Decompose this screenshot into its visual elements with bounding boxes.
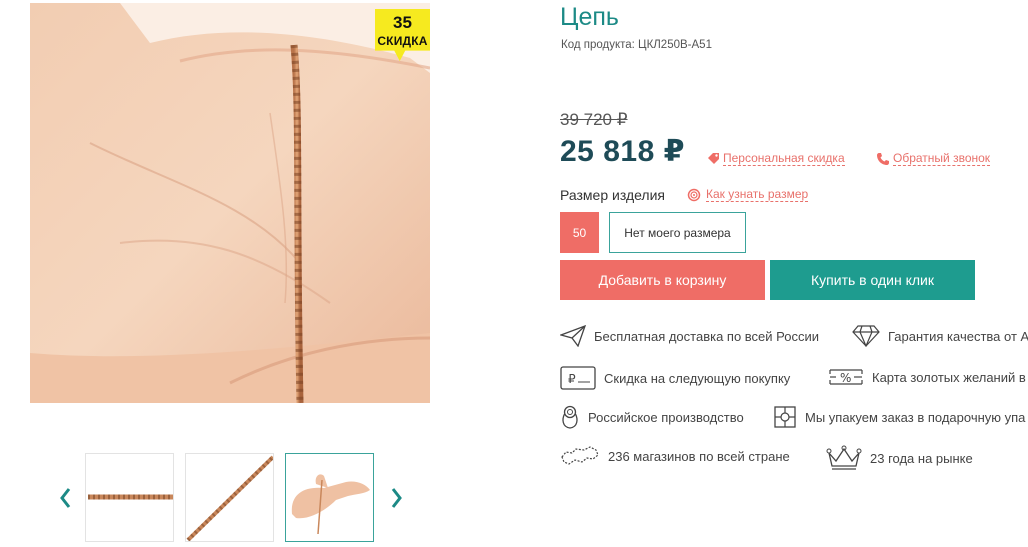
phone-icon — [877, 152, 889, 165]
thumbnail-chain-horizontal[interactable] — [85, 453, 174, 542]
callback-link[interactable]: Обратный звонок — [876, 151, 991, 166]
thumbnail-chain-diagonal[interactable] — [185, 453, 274, 542]
benefit-text: Мы упакуем заказ в подарочную упа — [805, 409, 1026, 425]
chain-diagonal-image — [186, 454, 273, 541]
benefit-years-on-market: 23 года на рынке — [826, 445, 973, 471]
thumbnail-hand-with-chain[interactable] — [285, 453, 374, 542]
old-price: 39 720 ₽ — [560, 110, 628, 129]
product-main-image[interactable]: 35 СКИДКА — [30, 3, 430, 403]
chevron-right-icon — [391, 488, 402, 508]
product-title: Цепь — [560, 3, 619, 31]
discount-badge: 35 СКИДКА — [375, 9, 430, 61]
chain-horizontal-image — [86, 454, 173, 541]
product-sku: Код продукта: ЦКЛ250В-А51 — [561, 39, 712, 51]
benefit-free-delivery: Бесплатная доставка по всей России — [560, 325, 819, 347]
size-help-label[interactable]: Как узнать размер — [706, 187, 809, 202]
discount-label: СКИДКА — [377, 34, 428, 48]
diamond-icon — [852, 325, 880, 347]
benefit-stores: 236 магазинов по всей стране — [560, 445, 790, 467]
hand-with-chain-photo — [30, 3, 430, 403]
add-to-cart-button[interactable]: Добавить в корзину — [560, 260, 765, 300]
callback-label[interactable]: Обратный звонок — [893, 151, 991, 166]
benefit-gift-wrapping: Мы упакуем заказ в подарочную упа — [773, 405, 1025, 429]
personal-discount-link[interactable]: Персональная скидка — [707, 151, 845, 166]
size-option-not-listed[interactable]: Нет моего размера — [609, 212, 746, 253]
benefit-text: Карта золотых желаний в — [872, 369, 1026, 385]
buy-one-click-button[interactable]: Купить в один клик — [770, 260, 975, 300]
ring-size-icon — [687, 188, 701, 201]
benefit-text: Скидка на следующую покупку — [604, 370, 791, 386]
thumbnail-strip — [55, 453, 415, 543]
benefit-text: Гарантия качества от А — [888, 328, 1028, 344]
russia-map-icon — [560, 445, 600, 467]
svg-text:%: % — [840, 371, 851, 385]
matryoshka-icon — [560, 405, 580, 429]
benefit-wish-card: % Карта золотых желаний в — [828, 366, 1026, 388]
crown-icon — [826, 445, 862, 471]
benefit-text: Бесплатная доставка по всей России — [594, 328, 820, 344]
benefit-russian-production: Российское производство — [560, 405, 744, 429]
paper-plane-icon — [560, 325, 586, 347]
size-option-50[interactable]: 50 — [560, 212, 599, 253]
percent-card-icon: % — [828, 366, 864, 388]
size-label: Размер изделия — [560, 187, 665, 203]
benefit-next-purchase-discount: ₽ Скидка на следующую покупку — [560, 366, 790, 390]
benefit-text: 23 года на рынке — [870, 450, 973, 466]
card-icon: ₽ — [560, 366, 596, 390]
svg-text:₽: ₽ — [568, 372, 576, 386]
thumbnail-prev-button[interactable] — [59, 487, 73, 509]
size-help-link[interactable]: Как узнать размер — [687, 187, 809, 202]
current-price: 25 818 ₽ — [560, 135, 685, 168]
benefit-quality-guarantee: Гарантия качества от А — [852, 325, 1028, 347]
personal-discount-label[interactable]: Персональная скидка — [723, 151, 845, 166]
discount-value: 35 — [393, 13, 412, 32]
thumbnail-next-button[interactable] — [389, 487, 403, 509]
benefit-text: Российское производство — [588, 409, 744, 425]
chevron-left-icon — [60, 488, 71, 508]
hand-with-chain-image — [286, 454, 373, 541]
gift-box-icon — [773, 405, 797, 429]
price-tag-icon — [708, 153, 719, 164]
benefit-text: 236 магазинов по всей стране — [608, 448, 790, 464]
